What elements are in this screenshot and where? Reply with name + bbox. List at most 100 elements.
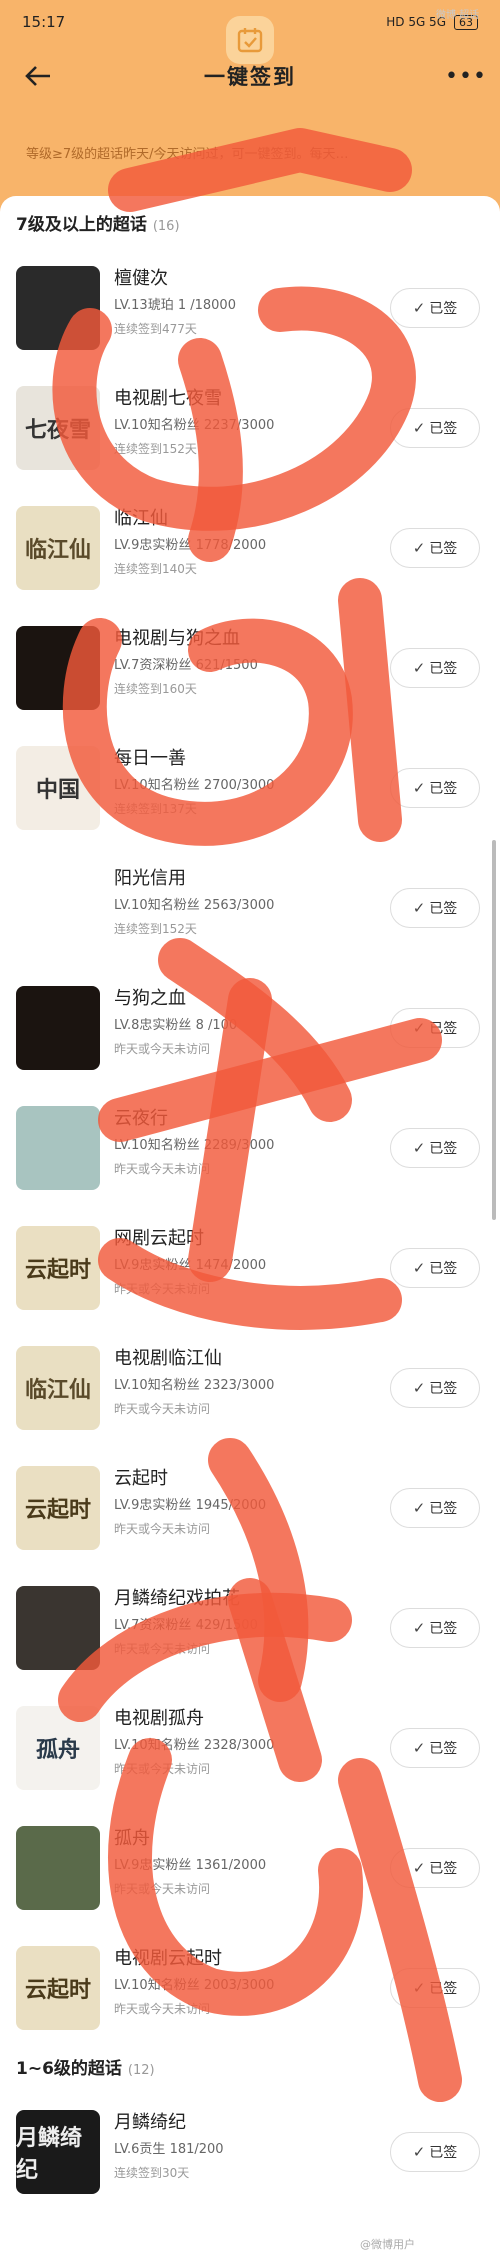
- signed-button-label: 已签: [429, 1981, 458, 1997]
- topic-thumbnail: 孤舟: [16, 1706, 100, 1790]
- signed-button[interactable]: ✓ 已签: [390, 768, 480, 808]
- signed-button[interactable]: ✓ 已签: [390, 288, 480, 328]
- check-icon: ✓: [412, 539, 426, 557]
- topic-info: 云夜行 LV.10知名粉丝 2289/3000 昨天或今天未访问: [114, 1104, 374, 1180]
- signed-button[interactable]: ✓ 已签: [390, 1248, 480, 1288]
- scrollbar[interactable]: [492, 840, 496, 1220]
- content-card: 7级及以上的超话 (16) 檀健次 LV.13琥珀 1 /18000 连续签到477天 ✓…: [0, 196, 500, 2261]
- notice-banner: 等级≥7级的超话昨天/今天访问过，可一键签到。每天…: [0, 108, 500, 196]
- topic-info: 临江仙 LV.9忠实粉丝 1778/2000 连续签到140天: [114, 504, 374, 580]
- signed-button-label: 已签: [429, 1021, 458, 1037]
- topic-status: 昨天或今天未访问: [114, 1882, 211, 1896]
- signed-button-label: 已签: [429, 1141, 458, 1157]
- topic-level: LV.9忠实粉丝 1945/2000: [114, 1498, 267, 1513]
- topic-row[interactable]: 云夜行 LV.10知名粉丝 2289/3000 昨天或今天未访问 ✓ 已签: [0, 1086, 500, 1206]
- topic-status: 连续签到160天: [114, 682, 197, 696]
- signed-button[interactable]: ✓ 已签: [390, 2132, 480, 2172]
- topic-row[interactable]: 阳光信用 LV.10知名粉丝 2563/3000 连续签到152天 ✓ 已签: [0, 846, 500, 966]
- topic-status: 连续签到152天: [114, 922, 197, 936]
- watermark: @微博用户: [360, 2238, 415, 2251]
- topic-status: 昨天或今天未访问: [114, 1402, 211, 1416]
- topic-thumbnail: [16, 626, 100, 710]
- signed-button-label: 已签: [429, 901, 458, 917]
- topic-row[interactable]: 七夜雪 电视剧七夜雪 LV.10知名粉丝 2237/3000 连续签到152天 ✓ 已签: [0, 366, 500, 486]
- topic-name: 云夜行: [114, 1108, 168, 1129]
- topic-name: 电视剧与狗之血: [114, 628, 240, 649]
- topic-info: 月鳞绮纪戏拍花 LV.7资深粉丝 429/1500 昨天或今天未访问: [114, 1584, 374, 1660]
- topic-thumbnail: 云起时: [16, 1226, 100, 1310]
- signed-button[interactable]: ✓ 已签: [390, 1848, 480, 1888]
- topic-row[interactable]: 月鳞绮纪 月鳞绮纪 LV.6贡生 181/200 连续签到30天 ✓ 已签: [0, 2090, 500, 2210]
- topic-row[interactable]: 月鳞绮纪戏拍花 LV.7资深粉丝 429/1500 昨天或今天未访问 ✓ 已签: [0, 1566, 500, 1686]
- topic-info: 电视剧临江仙 LV.10知名粉丝 2323/3000 昨天或今天未访问: [114, 1344, 374, 1420]
- topic-level: LV.7资深粉丝 621/1500: [114, 658, 258, 673]
- signed-button-label: 已签: [429, 781, 458, 797]
- signed-button[interactable]: ✓ 已签: [390, 888, 480, 928]
- topic-name: 阳光信用: [114, 868, 186, 889]
- topic-name: 与狗之血: [114, 988, 186, 1009]
- arrow-left-icon: [25, 66, 50, 86]
- topic-thumbnail: [16, 866, 100, 950]
- check-icon: ✓: [412, 899, 426, 917]
- topic-name: 电视剧云起时: [114, 1948, 222, 1969]
- signed-button[interactable]: ✓ 已签: [390, 1968, 480, 2008]
- topic-row[interactable]: 云起时 电视剧云起时 LV.10知名粉丝 2003/3000 昨天或今天未访问 ✓ 已签: [0, 1926, 500, 2046]
- topic-status: 昨天或今天未访问: [114, 1162, 211, 1176]
- topic-name: 月鳞绮纪: [114, 2112, 186, 2133]
- signed-button-label: 已签: [429, 1861, 458, 1877]
- topic-info: 云起时 LV.9忠实粉丝 1945/2000 昨天或今天未访问: [114, 1464, 374, 1540]
- section-title: 1~6级的超话: [16, 2059, 122, 2079]
- topic-thumbnail: 云起时: [16, 1466, 100, 1550]
- topic-thumbnail: 临江仙: [16, 1346, 100, 1430]
- signed-button[interactable]: ✓ 已签: [390, 528, 480, 568]
- topic-row[interactable]: 中国 每日一善 LV.10知名粉丝 2700/3000 连续签到137天 ✓ 已签: [0, 726, 500, 846]
- signed-button[interactable]: ✓ 已签: [390, 408, 480, 448]
- topic-info: 阳光信用 LV.10知名粉丝 2563/3000 连续签到152天: [114, 864, 374, 940]
- topic-name: 每日一善: [114, 748, 186, 769]
- topic-row[interactable]: 临江仙 临江仙 LV.9忠实粉丝 1778/2000 连续签到140天 ✓ 已签: [0, 486, 500, 606]
- signed-button[interactable]: ✓ 已签: [390, 1488, 480, 1528]
- check-icon: ✓: [412, 779, 426, 797]
- topic-level: LV.9忠实粉丝 1474/2000: [114, 1258, 267, 1273]
- signed-button[interactable]: ✓ 已签: [390, 1728, 480, 1768]
- nav-bar: 一键签到 •••: [0, 44, 500, 108]
- topic-info: 孤舟 LV.9忠实粉丝 1361/2000 昨天或今天未访问: [114, 1824, 374, 1900]
- topic-status: 连续签到152天: [114, 442, 197, 456]
- topic-info: 每日一善 LV.10知名粉丝 2700/3000 连续签到137天: [114, 744, 374, 820]
- section-count: (16): [152, 219, 180, 234]
- topic-status: 连续签到30天: [114, 2166, 190, 2180]
- topic-name: 电视剧孤舟: [114, 1708, 204, 1729]
- topic-level: LV.10知名粉丝 2328/3000: [114, 1738, 275, 1753]
- topic-thumbnail: [16, 1826, 100, 1910]
- topic-row[interactable]: 孤舟 电视剧孤舟 LV.10知名粉丝 2328/3000 昨天或今天未访问 ✓ 已签: [0, 1686, 500, 1806]
- topic-row[interactable]: 檀健次 LV.13琥珀 1 /18000 连续签到477天 ✓ 已签: [0, 246, 500, 366]
- signed-button[interactable]: ✓ 已签: [390, 648, 480, 688]
- topic-row[interactable]: 临江仙 电视剧临江仙 LV.10知名粉丝 2323/3000 昨天或今天未访问 ✓ 已签: [0, 1326, 500, 1446]
- section-header: 1~6级的超话 (12): [16, 2054, 155, 2084]
- signed-button[interactable]: ✓ 已签: [390, 1368, 480, 1408]
- signed-button[interactable]: ✓ 已签: [390, 1608, 480, 1648]
- section-header: 7级及以上的超话 (16): [16, 210, 180, 240]
- topic-row[interactable]: 云起时 网剧云起时 LV.9忠实粉丝 1474/2000 昨天或今天未访问 ✓ 已签: [0, 1206, 500, 1326]
- topic-level: LV.7资深粉丝 429/1500: [114, 1618, 258, 1633]
- topic-row[interactable]: 电视剧与狗之血 LV.7资深粉丝 621/1500 连续签到160天 ✓ 已签: [0, 606, 500, 726]
- topic-thumbnail: 云起时: [16, 1946, 100, 2030]
- check-icon: ✓: [412, 299, 426, 317]
- check-icon: ✓: [412, 419, 426, 437]
- topic-level: LV.10知名粉丝 2700/3000: [114, 778, 275, 793]
- topic-level: LV.10知名粉丝 2289/3000: [114, 1138, 275, 1153]
- back-button[interactable]: [18, 58, 58, 94]
- signed-button[interactable]: ✓ 已签: [390, 1128, 480, 1168]
- topic-info: 月鳞绮纪 LV.6贡生 181/200 连续签到30天: [114, 2108, 374, 2184]
- watermark: 微博·超话: [436, 10, 480, 21]
- topic-row[interactable]: 孤舟 LV.9忠实粉丝 1361/2000 昨天或今天未访问 ✓ 已签: [0, 1806, 500, 1926]
- more-button[interactable]: •••: [445, 58, 486, 94]
- section-title: 7级及以上的超话: [16, 215, 147, 235]
- topic-row[interactable]: 与狗之血 LV.8忠实粉丝 8 /100 昨天或今天未访问 ✓ 已签: [0, 966, 500, 1086]
- topic-name: 檀健次: [114, 268, 168, 289]
- topic-row[interactable]: 云起时 云起时 LV.9忠实粉丝 1945/2000 昨天或今天未访问 ✓ 已签: [0, 1446, 500, 1566]
- signed-button-label: 已签: [429, 661, 458, 677]
- topic-level: LV.10知名粉丝 2323/3000: [114, 1378, 275, 1393]
- topic-name: 临江仙: [114, 508, 168, 529]
- signed-button[interactable]: ✓ 已签: [390, 1008, 480, 1048]
